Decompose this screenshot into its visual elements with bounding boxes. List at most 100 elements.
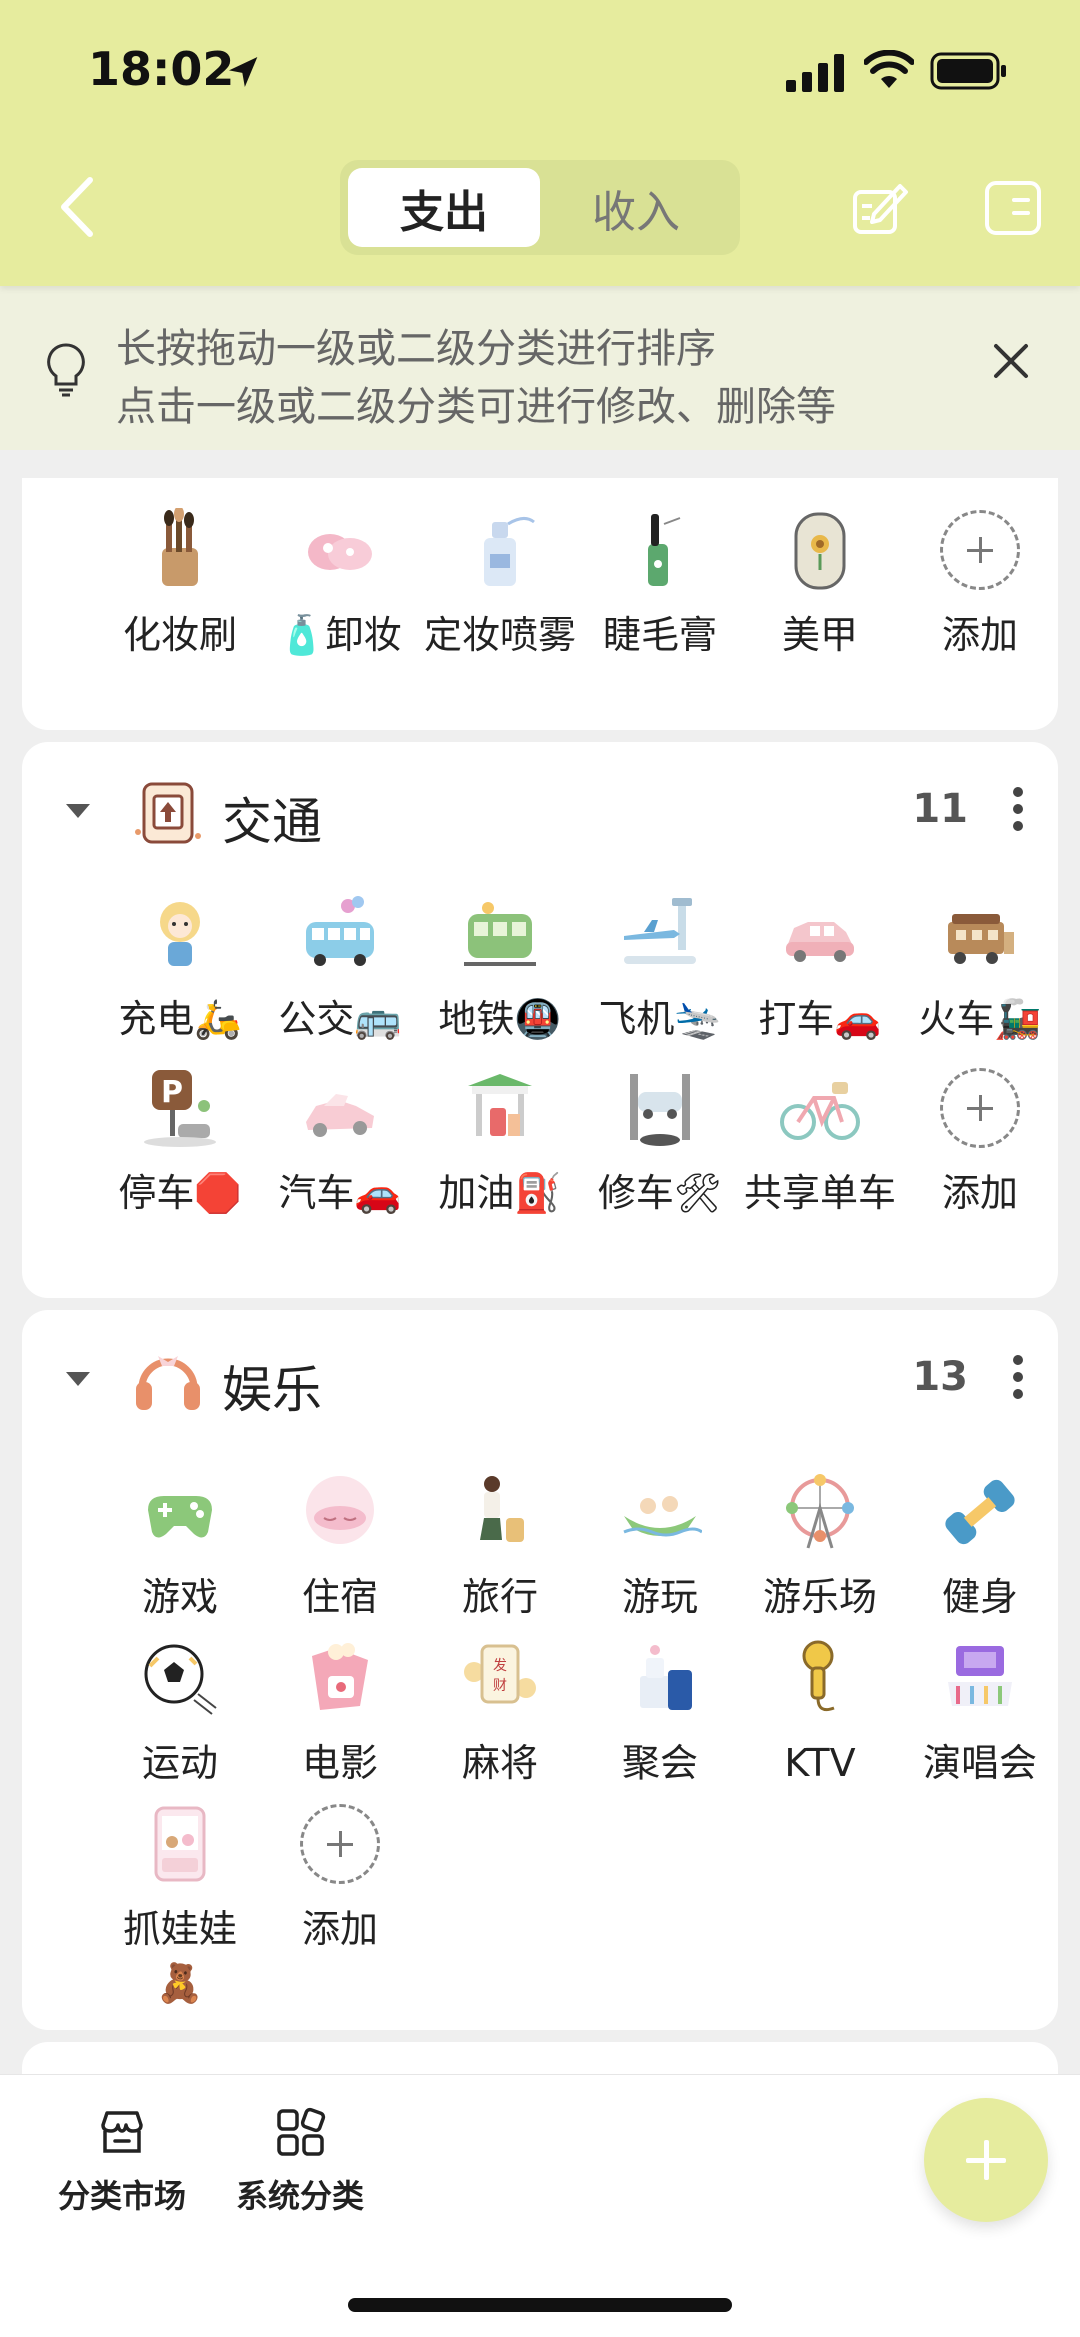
add-category-fab[interactable] [924,2098,1048,2222]
subcategory-label: 停车🛑 [118,1171,242,1215]
sleep-mask-icon [306,1476,374,1544]
subcategory-label: 打车🚗 [758,997,882,1041]
soccer-ball-icon [144,1644,217,1715]
subcategory-label: 睫毛膏 [602,613,717,657]
nail-icon [794,512,846,590]
category-market-button[interactable]: 分类市场 [42,2105,202,2217]
parking-icon: P [144,1070,216,1147]
concert-icon [948,1646,1012,1706]
close-icon[interactable] [992,342,1030,380]
microphone-icon [802,1640,835,1712]
category-title: 娱乐 [222,1361,322,1419]
tip-banner: 长按拖动一级或二级分类进行排序 点击一级或二级分类可进行修改、删除等 [0,286,1080,450]
boat-icon [623,1496,702,1537]
edit-icon[interactable] [852,180,910,236]
expense-income-toggle: 支出 收入 [340,160,740,255]
subcategory-label: 游戏 [141,1575,218,1619]
category-header[interactable]: 交通 11 [22,742,1058,882]
subcategory-label: 地铁🚇 [438,997,562,1041]
subcategory-label: 加油⛽ [438,1171,562,1215]
makeup-remover-icon [308,534,372,570]
makeup-brush-icon [162,508,198,586]
charging-icon [160,902,200,966]
category-card-makeup: 化妆刷 🧴卸妆 定妆喷雾 睫毛膏 美甲 添加 [22,478,1058,730]
fuel-icon [468,1074,532,1136]
grid-icon [277,2107,326,2156]
headphones-icon [136,1356,200,1410]
status-time: 18:02 [88,42,235,96]
subcategory-label: 公交🚌 [278,997,402,1041]
add-icon [940,1068,1020,1148]
subcategory-label: 住宿 [301,1575,378,1619]
subcategory-label: KTV [784,1741,856,1785]
subcategory-label: 演唱会 [922,1741,1037,1785]
more-vertical-icon[interactable] [1012,786,1024,832]
collapse-caret-icon[interactable] [66,1372,90,1386]
subcategory-label: 健身 [941,1575,1018,1619]
back-chevron-icon[interactable] [52,172,102,242]
subcategory-label: 美甲 [781,613,858,657]
home-indicator [348,2298,732,2312]
more-vertical-icon[interactable] [1012,1354,1024,1400]
subcategory-label: 汽车🚗 [278,1171,402,1215]
car-icon [306,1094,374,1137]
claw-machine-icon [154,1806,206,1882]
tip-line-2: 点击一级或二级分类可进行修改、删除等 [116,384,836,430]
svg-text:发: 发 [493,1658,507,1674]
category-market-label: 分类市场 [57,2177,186,2215]
category-title: 交通 [222,793,322,851]
location-arrow-icon [229,57,258,87]
subcategory-label: 电影 [301,1741,378,1785]
add-icon [300,1804,380,1884]
dumbbell-icon [945,1479,1015,1545]
subcategory-label: 抓娃娃🧸 [122,1907,237,2005]
subcategory-label: 共享单车 [743,1171,896,1215]
subcategory-label: 游乐场 [762,1575,877,1619]
collapse-caret-icon[interactable] [66,804,90,818]
transport-sign-icon [135,782,201,844]
subcategory-label: 火车🚂 [918,997,1042,1041]
tip-line-1: 长按拖动一级或二级分类进行排序 [116,326,716,372]
battery-icon [930,52,1006,90]
subcategory-label: 聚会 [621,1741,698,1785]
subcategory-label: 游玩 [621,1575,698,1619]
tab-income[interactable]: 收入 [540,168,732,247]
bike-icon [780,1082,860,1140]
ferris-wheel-icon [786,1474,854,1549]
plane-icon [624,898,696,964]
top-header: 18:02 支出 收入 [0,0,1080,286]
repair-icon [630,1074,690,1146]
gamepad-icon [148,1496,212,1538]
subcategory-label: 添加 [301,1907,378,1951]
train-icon [948,914,1014,964]
lightbulb-icon [47,343,85,397]
svg-text:财: 财 [493,1678,507,1694]
tab-expense[interactable]: 支出 [348,168,540,247]
mascara-icon [648,514,681,586]
category-header[interactable]: 娱乐 13 [22,1310,1058,1450]
bus-icon [306,896,374,966]
popcorn-icon [312,1643,368,1710]
system-category-button[interactable]: 系统分类 [220,2105,380,2217]
wifi-icon [864,50,914,88]
storefront-icon [101,2111,143,2153]
system-category-label: 系统分类 [235,2177,364,2215]
category-card-transport: 交通 11 充电🛵 公交🚌 地铁🚇 飞机🛬 打车🚗 火车🚂 P 停车🛑 汽车🚗 … [22,742,1058,1298]
add-icon [940,510,1020,590]
taxi-icon [786,922,854,962]
list-panel-icon[interactable] [984,180,1042,236]
category-count: 11 [912,786,968,832]
svg-text:P: P [161,1075,183,1110]
subcategory-label: 运动 [141,1741,218,1785]
travel-icon [480,1476,524,1542]
subcategory-label: 旅行 [461,1575,538,1619]
setting-spray-icon [484,517,535,586]
subcategory-label: 定妆喷雾 [423,613,576,657]
subcategory-label: 修车🛠 [597,1171,723,1215]
subcategory-label: 🧴卸妆 [278,613,402,657]
subcategory-label: 麻将 [461,1741,538,1785]
cake-icon [640,1645,692,1710]
subway-icon [464,902,536,966]
mahjong-icon: 发 财 [464,1644,536,1704]
subcategory-label: 化妆刷 [122,613,237,657]
